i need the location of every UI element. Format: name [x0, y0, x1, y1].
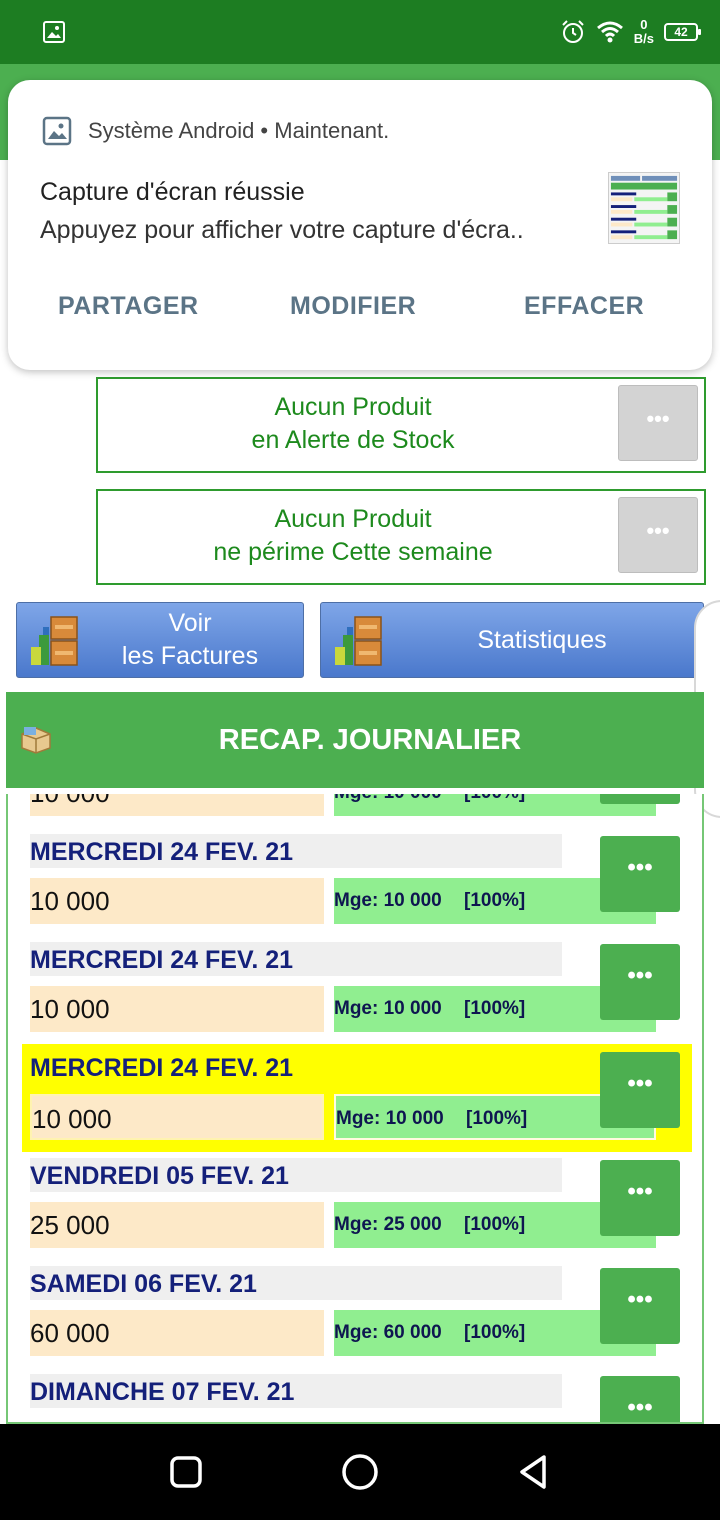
- notification-source: Système Android • Maintenant.: [88, 118, 390, 143]
- network-speed: 0 B/s: [634, 18, 654, 46]
- status-icons: 0 B/s 42: [560, 14, 701, 50]
- recents-icon[interactable]: [166, 1452, 206, 1492]
- edit-button[interactable]: MODIFIER: [290, 292, 416, 321]
- view-invoices-label: Voir les Factures: [77, 603, 303, 677]
- recap-row-margin-pct: [100%]: [464, 998, 526, 1019]
- recap-row-margin-value: Mge: 60 000: [334, 1322, 442, 1343]
- screenshot-notification[interactable]: Système Android • Maintenant. Capture d'…: [8, 80, 712, 370]
- stock-alert-box: Aucun Produit en Alerte de Stock •••: [96, 377, 706, 473]
- expiry-alert-line2: ne périme Cette semaine: [213, 538, 493, 566]
- recap-row-selected[interactable]: MERCREDI 24 FEV. 21 10 000 Mge: 10 000 [1…: [22, 1044, 692, 1152]
- statistics-label: Statistiques: [477, 625, 607, 654]
- recap-row-date-bar: VENDREDI 05 FEV. 21: [30, 1158, 562, 1192]
- recap-row-more-button[interactable]: •••: [600, 1052, 680, 1128]
- recap-row-amount: 25 000: [30, 1202, 324, 1248]
- battery-level: 42: [674, 25, 688, 39]
- system-nav-bar: [0, 1424, 720, 1520]
- battery-icon: 42: [664, 23, 701, 41]
- wifi-icon: [596, 21, 623, 43]
- boxes-icon: [31, 616, 78, 666]
- recap-row-more-button[interactable]: •••: [600, 944, 680, 1020]
- status-bar: 0 B/s 42: [0, 0, 720, 64]
- recap-row[interactable]: VENDREDI 05 FEV. 21 25 000 Mge: 25 000 [1…: [22, 1152, 692, 1260]
- recap-row-margin-pct: [100%]: [466, 1108, 528, 1129]
- stock-alert-text: Aucun Produit en Alerte de Stock: [98, 391, 608, 457]
- view-invoices-line2: les Factures: [121, 642, 259, 670]
- recap-row-date: VENDREDI 05 FEV. 21: [30, 1162, 289, 1190]
- recap-list[interactable]: 10 000 Mge: 10 000 [100%] ••• MERCREDI 24…: [6, 794, 704, 1424]
- recap-row-date: MERCREDI 24 FEV. 21: [30, 838, 294, 866]
- recap-row[interactable]: MERCREDI 24 FEV. 21 10 000 Mge: 10 000 [1…: [22, 828, 692, 936]
- recap-row-date-bar: DIMANCHE 07 FEV. 21: [30, 1374, 562, 1408]
- gallery-icon: [42, 116, 72, 146]
- home-icon[interactable]: [340, 1452, 380, 1492]
- recap-row-date-bar: MERCREDI 24 FEV. 21: [30, 1050, 562, 1084]
- stock-alert-more-button[interactable]: •••: [618, 385, 698, 461]
- recap-row[interactable]: 10 000 Mge: 10 000 [100%] •••: [22, 794, 692, 828]
- recap-row-more-button[interactable]: •••: [600, 1160, 680, 1236]
- boxes-icon: [335, 616, 382, 666]
- recap-row-more-button[interactable]: •••: [600, 836, 680, 912]
- view-invoices-line1: Voir: [168, 609, 212, 637]
- recap-row-margin-value: Mge: 10 000: [336, 1108, 444, 1129]
- recap-row-margin-pct: [100%]: [464, 1214, 526, 1235]
- expiry-alert-box: Aucun Produit ne périme Cette semaine ••…: [96, 489, 706, 585]
- notification-text: Appuyez pour afficher votre capture d'éc…: [40, 216, 524, 244]
- recap-row-more-button[interactable]: •••: [600, 1268, 680, 1344]
- network-speed-unit: B/s: [633, 31, 654, 46]
- recap-row-date: MERCREDI 24 FEV. 21: [30, 1054, 294, 1082]
- recap-row-date: SAMEDI 06 FEV. 21: [30, 1270, 257, 1298]
- recap-row-margin-value: Mge: 25 000: [334, 1214, 442, 1235]
- expiry-alert-more-button[interactable]: •••: [618, 497, 698, 573]
- recap-row[interactable]: DIMANCHE 07 FEV. 21 •••: [22, 1368, 692, 1422]
- recap-header: RECAP. JOURNALIER: [6, 692, 704, 788]
- back-icon[interactable]: [514, 1452, 554, 1492]
- recap-row-more-button[interactable]: •••: [600, 794, 680, 804]
- recap-row-margin-value: Mge: 10 000: [334, 998, 442, 1019]
- gallery-icon: [43, 21, 65, 43]
- notification-actions: PARTAGER MODIFIER EFFACER: [8, 292, 712, 332]
- statistics-button[interactable]: Statistiques: [320, 602, 704, 678]
- delete-button[interactable]: EFFACER: [524, 292, 644, 321]
- recap-row[interactable]: SAMEDI 06 FEV. 21 60 000 Mge: 60 000 [100…: [22, 1260, 692, 1368]
- recap-row-amount: 60 000: [30, 1310, 324, 1356]
- notification-title: Capture d'écran réussie: [40, 178, 305, 206]
- recap-row-margin-value: Mge: 10 000: [334, 794, 442, 803]
- network-speed-value: 0: [640, 17, 648, 32]
- recap-row-margin-pct: [100%]: [464, 890, 526, 911]
- stock-alert-line1: Aucun Produit: [274, 393, 432, 421]
- recap-row-amount: 10 000: [30, 1094, 324, 1140]
- recap-row-date: DIMANCHE 07 FEV. 21: [30, 1378, 295, 1406]
- view-invoices-button[interactable]: Voir les Factures: [16, 602, 304, 678]
- recap-row-margin-pct: [100%]: [464, 1322, 526, 1343]
- expiry-alert-text: Aucun Produit ne périme Cette semaine: [98, 503, 608, 569]
- recap-row-date-bar: SAMEDI 06 FEV. 21: [30, 1266, 562, 1300]
- recap-row[interactable]: MERCREDI 24 FEV. 21 10 000 Mge: 10 000 [1…: [22, 936, 692, 1044]
- stock-alert-line2: en Alerte de Stock: [251, 426, 455, 454]
- alarm-icon: [562, 20, 584, 43]
- recap-row-amount: 10 000: [30, 878, 324, 924]
- recap-row-date-bar: MERCREDI 24 FEV. 21: [30, 942, 562, 976]
- recap-row-amount: 10 000: [30, 986, 324, 1032]
- recap-row-more-button[interactable]: •••: [600, 1376, 680, 1422]
- recap-row-margin-value: Mge: 10 000: [334, 890, 442, 911]
- screenshot-thumbnail[interactable]: [608, 172, 680, 244]
- expiry-alert-line1: Aucun Produit: [274, 505, 432, 533]
- recap-row-margin-pct: [100%]: [464, 794, 525, 816]
- recap-row-date-bar: MERCREDI 24 FEV. 21: [30, 834, 562, 868]
- recap-row-amount: 10 000: [30, 794, 324, 816]
- share-button[interactable]: PARTAGER: [58, 292, 199, 321]
- recap-title: RECAP. JOURNALIER: [218, 723, 522, 756]
- recap-row-date: MERCREDI 24 FEV. 21: [30, 946, 294, 974]
